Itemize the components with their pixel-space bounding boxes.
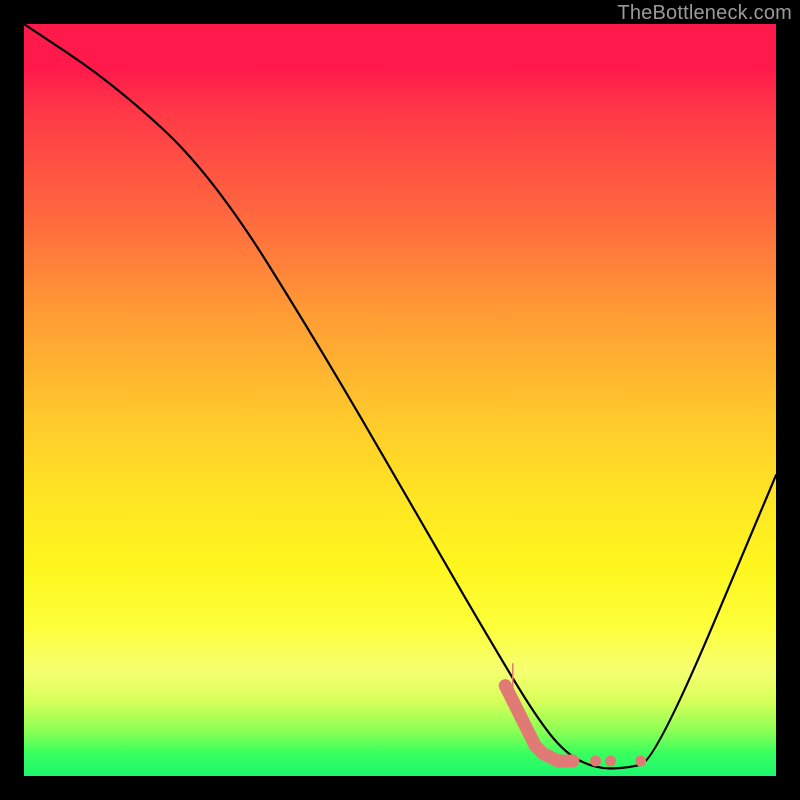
marker-dot [521, 724, 534, 737]
marker-dot [567, 755, 578, 766]
marker-dot [499, 679, 512, 692]
marker-dot [506, 694, 519, 707]
marker-dot [514, 709, 527, 722]
marker-dot [605, 755, 616, 766]
marker-dot [635, 755, 646, 766]
watermark-text: TheBottleneck.com [617, 2, 792, 25]
chart-plot-area [24, 24, 776, 776]
marker-dot [552, 755, 563, 766]
marker-dot [590, 755, 601, 766]
chart-svg [24, 24, 776, 776]
bottleneck-curve [24, 24, 776, 768]
optimal-zone-markers [499, 663, 646, 766]
